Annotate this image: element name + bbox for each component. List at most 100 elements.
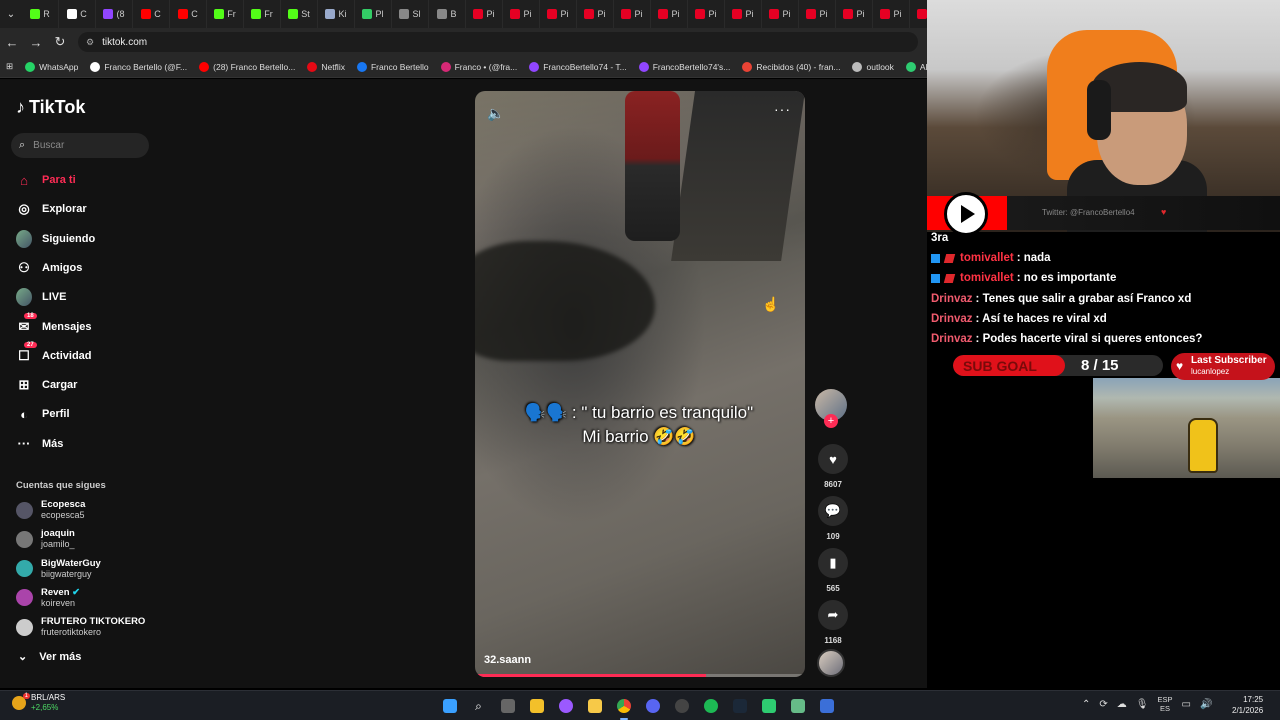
browser-tab[interactable]: Pi: [688, 0, 725, 28]
bookmark-item[interactable]: FrancoBertello74's...: [633, 61, 737, 72]
bookmark-item[interactable]: WhatsApp: [19, 61, 84, 72]
bookmark-item[interactable]: (28) Franco Bertello...: [193, 61, 301, 72]
nav-item-perfil[interactable]: ◐ Perfil: [16, 404, 69, 424]
followed-account[interactable]: joaquin joamilo_: [16, 528, 75, 550]
discord-icon[interactable]: [641, 695, 664, 717]
chrome-icon[interactable]: [612, 695, 635, 720]
nav-item-para-ti[interactable]: ⌂ Para ti: [16, 170, 76, 190]
browser-tab[interactable]: Pi: [540, 0, 577, 28]
sync-icon[interactable]: ⟳: [1099, 699, 1107, 710]
browser-tab[interactable]: Pi: [910, 0, 927, 28]
search-icon[interactable]: ⌕: [467, 695, 490, 717]
music-disc[interactable]: [817, 649, 845, 677]
followed-account[interactable]: Reven ✔ koireven: [16, 587, 80, 609]
browser-tab[interactable]: Pi: [725, 0, 762, 28]
browser-tab[interactable]: Pi: [836, 0, 873, 28]
video-progress-bar[interactable]: [475, 674, 805, 677]
forward-button[interactable]: →: [24, 35, 48, 50]
followed-account[interactable]: FRUTERO TIKTOKERO fruterotiktokero: [16, 616, 145, 638]
search-input[interactable]: [33, 140, 134, 151]
nav-item-siguiendo[interactable]: Siguiendo: [16, 229, 95, 249]
copilot-icon[interactable]: [554, 695, 577, 717]
bookmark-item[interactable]: Recibidos (40) - fran...: [736, 61, 846, 72]
browser-tab[interactable]: Pi: [873, 0, 910, 28]
bookmark-icon[interactable]: ▮: [818, 548, 848, 578]
follow-button[interactable]: +: [824, 414, 838, 428]
language-indicator[interactable]: ESP ES: [1157, 695, 1172, 713]
site-info-icon[interactable]: ⚙: [86, 37, 94, 48]
video-player[interactable]: 🔈 ··· 🗣️🗣️ : " tu barrio es tranquilo" M…: [475, 91, 805, 677]
browser-tab[interactable]: St: [281, 0, 318, 28]
share-action[interactable]: ➦ 1168: [816, 600, 850, 645]
mic-icon[interactable]: 🎙: [1136, 699, 1149, 710]
browser-tab[interactable]: Fr: [207, 0, 244, 28]
nav-item-actividad[interactable]: ☐ 27 Actividad: [16, 341, 92, 366]
nav-item-cargar[interactable]: ⊞ Cargar: [16, 375, 78, 395]
reload-button[interactable]: ↻: [48, 34, 72, 50]
bookmark-item[interactable]: Franco Bertello (@F...: [84, 61, 193, 72]
browser-tab[interactable]: Fr: [244, 0, 281, 28]
store-icon[interactable]: [525, 695, 548, 717]
browser-tab[interactable]: Pl: [355, 0, 392, 28]
browser-tab[interactable]: Pi: [577, 0, 614, 28]
search-box[interactable]: ⌕: [11, 133, 149, 158]
windows-start-icon[interactable]: [438, 695, 461, 717]
network-icon[interactable]: ▭: [1182, 699, 1191, 710]
launcher-icon[interactable]: [757, 695, 780, 717]
browser-tab[interactable]: Ki: [318, 0, 355, 28]
share-icon[interactable]: ➦: [818, 600, 848, 630]
comment-action[interactable]: 💬 109: [816, 496, 850, 541]
nav-item-amigos[interactable]: ⚇ Amigos: [16, 258, 82, 278]
browser-tab[interactable]: C: [170, 0, 207, 28]
file-explorer-icon[interactable]: [583, 695, 606, 717]
bookmark-item[interactable]: Aler: [900, 61, 927, 72]
back-button[interactable]: ←: [0, 35, 24, 50]
volume-icon[interactable]: 🔈: [487, 105, 504, 122]
heart-icon[interactable]: ♥: [818, 444, 848, 474]
nav-item-más[interactable]: ··· Más: [16, 434, 64, 454]
ticker-widget[interactable]: 1 BRL/ARS +2,65%: [12, 693, 65, 713]
browser-tab[interactable]: Pi: [762, 0, 799, 28]
obs-icon[interactable]: [670, 695, 693, 717]
clock[interactable]: 17:25 2/1/2026: [1232, 694, 1263, 716]
browser-tab[interactable]: Pi: [651, 0, 688, 28]
remote-desktop-icon[interactable]: [815, 695, 838, 717]
bookmark-item[interactable]: Franco Bertello: [351, 61, 435, 72]
bookmark-item[interactable]: outlook: [846, 61, 899, 72]
game-icon[interactable]: [786, 695, 809, 717]
browser-tab[interactable]: C: [133, 0, 170, 28]
browser-tab[interactable]: R: [22, 0, 59, 28]
browser-tab[interactable]: (8: [96, 0, 133, 28]
followed-account[interactable]: Ecopesca ecopesca5: [16, 499, 85, 521]
browser-tab[interactable]: Pi: [466, 0, 503, 28]
comment-icon[interactable]: 💬: [818, 496, 848, 526]
chevron-up-icon[interactable]: ⌃: [1082, 699, 1090, 710]
spotify-icon[interactable]: [699, 695, 722, 717]
tiktok-logo[interactable]: ♪ TikTok: [16, 97, 85, 118]
volume-icon[interactable]: 🔊: [1200, 699, 1212, 710]
bookmark-item[interactable]: Netflix: [301, 61, 351, 72]
more-options-icon[interactable]: ···: [774, 101, 791, 117]
url-field[interactable]: ⚙ tiktok.com: [78, 32, 918, 52]
cloud-icon[interactable]: ☁: [1117, 699, 1127, 710]
nav-item-mensajes[interactable]: ✉ 18 Mensajes: [16, 312, 92, 337]
nav-item-explorar[interactable]: ◎ Explorar: [16, 199, 86, 219]
browser-tab[interactable]: C: [59, 0, 96, 28]
apps-icon[interactable]: ⊞: [0, 61, 19, 72]
video-author[interactable]: 32.saann: [484, 654, 531, 666]
like-action[interactable]: ♥ 8607: [816, 444, 850, 489]
bookmark-item[interactable]: FrancoBertello74 - T...: [523, 61, 632, 72]
browser-tab[interactable]: Sl: [392, 0, 429, 28]
browser-tab[interactable]: Pi: [503, 0, 540, 28]
browser-tab[interactable]: B: [429, 0, 466, 28]
steam-icon[interactable]: [728, 695, 751, 717]
browser-tab[interactable]: Pi: [799, 0, 836, 28]
save-action[interactable]: ▮ 565: [816, 548, 850, 593]
followed-account[interactable]: BigWaterGuy biigwaterguy: [16, 558, 101, 580]
bookmark-item[interactable]: Franco • (@fra...: [435, 61, 524, 72]
browser-tab[interactable]: Pi: [614, 0, 651, 28]
task-view-icon[interactable]: [496, 695, 519, 717]
nav-item-live[interactable]: LIVE: [16, 287, 66, 307]
see-more-button[interactable]: ⌄ Ver más: [18, 650, 81, 664]
tab-search-button[interactable]: ⌄: [0, 0, 22, 28]
